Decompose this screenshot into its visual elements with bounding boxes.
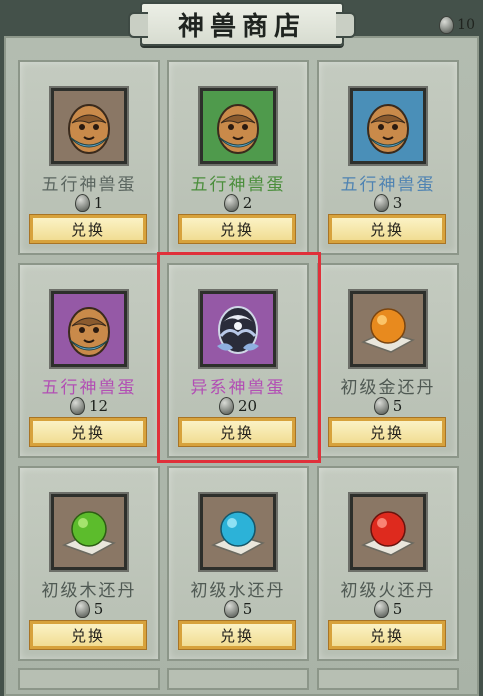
alien-beast-egg-icon (217, 306, 259, 354)
item-price-value: 5 (392, 600, 403, 618)
item-price: 1 (20, 194, 158, 212)
item-name: 初级水还丹 (190, 581, 286, 601)
stone-icon (69, 397, 85, 415)
shop-item-card[interactable]: 初级火还丹 5 兑换 (317, 466, 459, 661)
exchange-button[interactable]: 兑换 (29, 417, 147, 447)
exchange-button[interactable]: 兑换 (29, 214, 147, 244)
item-name: 初级木还丹 (41, 581, 137, 601)
item-price: 5 (319, 600, 457, 618)
item-name: 异系神兽蛋 (190, 378, 286, 398)
item-price-value: 2 (242, 194, 253, 212)
shop-item-card[interactable]: 初级金还丹 5 兑换 (317, 263, 459, 458)
shop-item-card[interactable]: 五行神兽蛋 1 兑换 (18, 60, 160, 255)
item-grid: 五行神兽蛋 1 兑换 五行神兽蛋 2 兑换 五行神兽蛋 3 兑换 五行神兽蛋 1… (0, 0, 483, 690)
stone-icon (373, 397, 389, 415)
shop-item-card[interactable]: 五行神兽蛋 3 兑换 (317, 60, 459, 255)
stone-icon (373, 600, 389, 618)
item-price: 12 (20, 397, 158, 415)
item-name: 初级火还丹 (340, 581, 436, 601)
exchange-button[interactable]: 兑换 (29, 620, 147, 650)
wood-pill-icon (62, 511, 116, 556)
item-price-value: 1 (93, 194, 104, 212)
item-price: 5 (169, 600, 307, 618)
item-name: 初级金还丹 (340, 378, 436, 398)
item-icon-frame (350, 88, 426, 164)
exchange-button[interactable]: 兑换 (328, 620, 446, 650)
item-price: 5 (319, 397, 457, 415)
shop-item-card[interactable]: 异系神兽蛋 20 兑换 (167, 263, 309, 458)
item-price-value: 5 (242, 600, 253, 618)
shop-item-card[interactable]: 初级水还丹 5 兑换 (167, 466, 309, 661)
item-name: 五行神兽蛋 (41, 378, 137, 398)
item-icon-frame (51, 88, 127, 164)
stone-icon (74, 600, 90, 618)
stone-icon (373, 194, 389, 212)
item-price-value: 3 (392, 194, 403, 212)
exchange-button[interactable]: 兑换 (178, 417, 296, 447)
item-price: 3 (319, 194, 457, 212)
beast-egg-icon (217, 104, 259, 154)
item-icon-frame (200, 494, 276, 570)
beast-egg-icon (68, 307, 110, 357)
beast-egg-icon (68, 104, 110, 154)
item-icon-frame (350, 494, 426, 570)
item-name: 五行神兽蛋 (190, 175, 286, 195)
item-price-value: 12 (88, 397, 109, 415)
stone-icon (223, 194, 239, 212)
stone-icon (218, 397, 234, 415)
fire-pill-icon (361, 511, 415, 556)
exchange-button[interactable]: 兑换 (328, 214, 446, 244)
item-price-value: 5 (392, 397, 403, 415)
item-price: 2 (169, 194, 307, 212)
item-icon-frame (350, 291, 426, 367)
item-price-value: 5 (93, 600, 104, 618)
shop-item-card[interactable]: 五行神兽蛋 12 兑换 (18, 263, 160, 458)
item-icon-frame (200, 291, 276, 367)
exchange-button[interactable]: 兑换 (178, 620, 296, 650)
item-name: 五行神兽蛋 (340, 175, 436, 195)
stone-icon (223, 600, 239, 618)
gold-pill-icon (361, 308, 415, 353)
stone-icon (74, 194, 90, 212)
exchange-button[interactable]: 兑换 (328, 417, 446, 447)
shop-item-card[interactable]: 初级木还丹 5 兑换 (18, 466, 160, 661)
item-icon-frame (51, 291, 127, 367)
water-pill-icon (211, 511, 265, 556)
shop-item-card[interactable]: 五行神兽蛋 2 兑换 (167, 60, 309, 255)
item-icon-frame (51, 494, 127, 570)
item-price-value: 20 (237, 397, 258, 415)
item-icon-frame (200, 88, 276, 164)
item-price: 20 (169, 397, 307, 415)
beast-egg-icon (367, 104, 409, 154)
exchange-button[interactable]: 兑换 (178, 214, 296, 244)
item-price: 5 (20, 600, 158, 618)
item-name: 五行神兽蛋 (41, 175, 137, 195)
